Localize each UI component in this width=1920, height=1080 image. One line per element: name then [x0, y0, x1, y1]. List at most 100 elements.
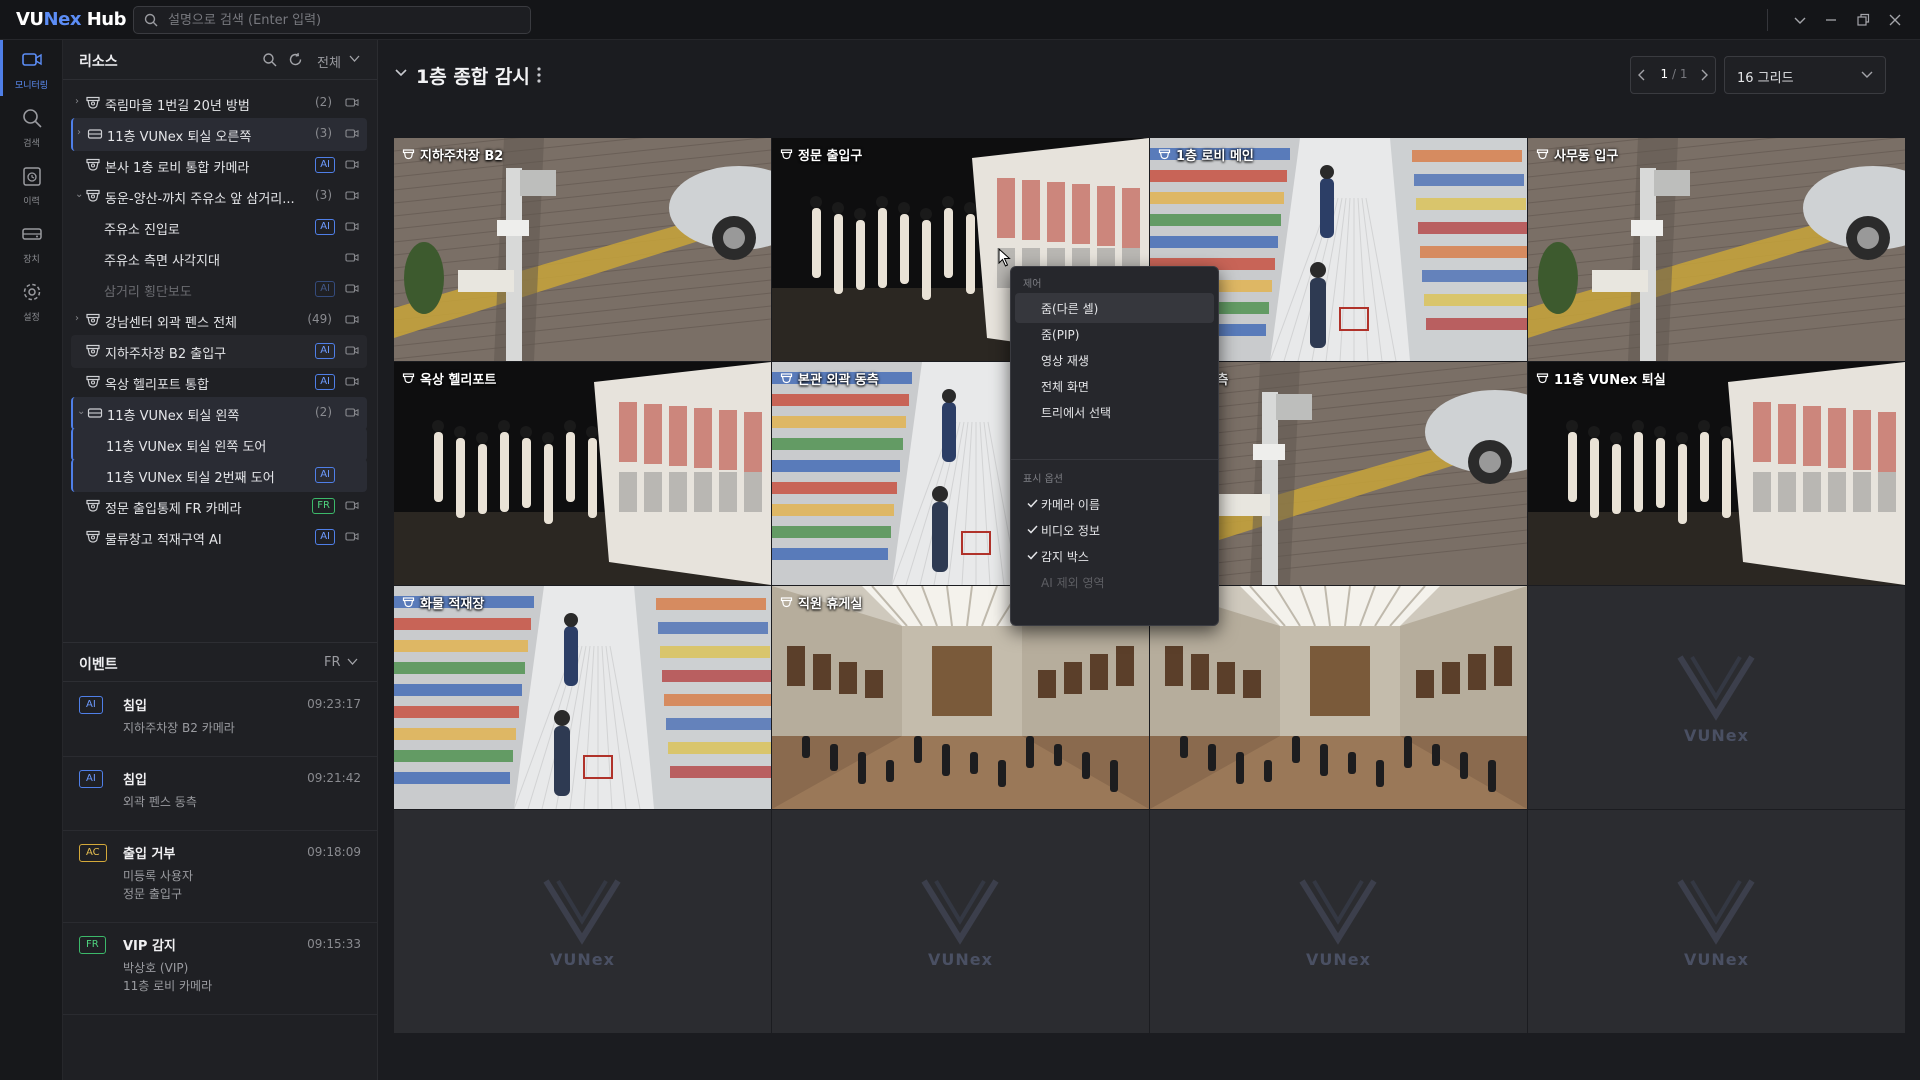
camera-icon — [402, 148, 415, 161]
menu-check-item: AI 제외 영역 — [1015, 567, 1214, 597]
chevron-down-icon[interactable] — [347, 658, 358, 666]
menu-item-label: 트리에서 선택 — [1041, 406, 1112, 420]
video-camera-icon[interactable] — [345, 531, 359, 542]
refresh-icon[interactable] — [288, 52, 303, 67]
video-camera-icon[interactable] — [345, 221, 359, 232]
global-search[interactable] — [133, 6, 531, 34]
tree-node[interactable]: 11층 VUNex 퇴실 왼쪽 도어 — [71, 428, 367, 461]
camera-name: 1층 로비 메인 — [1176, 149, 1254, 164]
search-icon[interactable] — [262, 52, 277, 67]
chevron-left-icon[interactable] — [1637, 69, 1647, 81]
event-source: 박상호 (VIP) — [123, 961, 189, 975]
video-cell[interactable]: 지하주차장 B2 — [394, 138, 771, 361]
camera-icon — [402, 372, 415, 385]
dropdown-window-icon[interactable] — [1790, 10, 1810, 30]
video-camera-icon[interactable] — [345, 159, 359, 170]
minimize-icon[interactable] — [1821, 10, 1841, 30]
chevron-down-icon[interactable] — [394, 68, 408, 78]
tree-node-label: 정문 출입통제 FR 카메라 — [105, 502, 242, 517]
tree-node-count: (3) — [315, 188, 332, 202]
video-camera-icon[interactable] — [345, 376, 359, 387]
chevron-down-icon — [1861, 71, 1873, 79]
tree-node[interactable]: 옥상 헬리포트 통합 AI — [71, 366, 367, 399]
event-item[interactable]: AI 침입 09:23:17 지하주차장 B2 카메라 — [63, 683, 377, 757]
search-input[interactable] — [168, 7, 518, 33]
camera-name: 지하주차장 B2 — [420, 149, 504, 164]
event-badge: AC — [79, 844, 107, 862]
event-badge: AI — [79, 770, 103, 788]
menu-item-label: 감지 박스 — [1041, 550, 1089, 564]
empty-video-cell[interactable]: VUNex — [772, 810, 1149, 1033]
tree-node[interactable]: 주유소 진입로 AI — [71, 211, 367, 244]
rail-item-monitoring[interactable]: 모니터링 — [0, 40, 63, 96]
camera-group-icon — [85, 189, 101, 203]
video-camera-icon[interactable] — [345, 345, 359, 356]
event-item[interactable]: AI 침입 09:21:42 외곽 펜스 동측 — [63, 757, 377, 831]
tree-node[interactable]: 삼거리 횡단보도 AI — [71, 273, 367, 306]
video-camera-icon[interactable] — [345, 190, 359, 201]
empty-video-cell[interactable]: VUNex — [1528, 586, 1905, 809]
video-camera-icon[interactable] — [345, 97, 359, 108]
chevron-right-icon[interactable] — [1699, 69, 1709, 81]
event-title: 침입 — [123, 773, 147, 788]
watermark-text: VUNex — [928, 950, 993, 969]
tree-node-label: 주유소 측면 사각지대 — [104, 254, 220, 269]
video-cell[interactable]: 사무동 입구 — [1528, 138, 1905, 361]
event-item[interactable]: AC 출입 거부 09:18:09 미등록 사용자 정문 출입구 — [63, 831, 377, 923]
tree-node[interactable]: 지하주차장 B2 출입구 AI — [71, 335, 367, 368]
video-camera-icon[interactable] — [345, 407, 359, 418]
event-time: 09:23:17 — [307, 697, 361, 711]
video-cell[interactable]: 옥상 헬리포트 — [394, 362, 771, 585]
vunex-logo-icon — [1676, 651, 1756, 721]
camera-name: 본관 외곽 동측 — [798, 373, 879, 388]
event-time: 09:18:09 — [307, 845, 361, 859]
menu-item[interactable]: 트리에서 선택 — [1015, 397, 1214, 427]
tree-node[interactable]: 11층 VUNex 퇴실 2번째 도어 AI — [71, 459, 367, 492]
empty-video-cell[interactable]: VUNex — [394, 810, 771, 1033]
tree-node[interactable]: › 11층 VUNex 퇴실 오른쪽 (3) — [71, 118, 367, 151]
grid-layout-select[interactable]: 16 그리드 — [1724, 56, 1886, 94]
restore-icon[interactable] — [1853, 10, 1873, 30]
empty-video-cell[interactable]: VUNex — [1150, 810, 1527, 1033]
tree-node[interactable]: ⌄ 동운-양산-까치 주유소 앞 삼거리... (3) — [71, 180, 367, 213]
camera-icon — [402, 596, 415, 609]
tree-node[interactable]: › 강남센터 외곽 펜스 전체 (49) — [71, 304, 367, 337]
video-camera-icon[interactable] — [345, 314, 359, 325]
tree-node[interactable]: › 죽림마을 1번길 20년 방범 (2) — [71, 87, 367, 120]
video-cell[interactable]: 화물 적재장 — [394, 586, 771, 809]
menu-item-label: 줌(PIP) — [1041, 328, 1080, 342]
tree-node[interactable]: 주유소 측면 사각지대 — [71, 242, 367, 275]
video-camera-icon[interactable] — [345, 128, 359, 139]
event-filter[interactable]: FR — [324, 655, 341, 670]
tree-node-label: 11층 VUNex 퇴실 왼쪽 — [107, 409, 240, 424]
tree-node-count: (2) — [315, 405, 332, 419]
camera-group-icon — [85, 375, 101, 389]
search-icon — [21, 107, 43, 129]
tree-node[interactable]: 본사 1층 로비 통합 카메라 AI — [71, 149, 367, 182]
tree-node[interactable]: 정문 출입통제 FR 카메라 FR — [71, 490, 367, 523]
tree-node[interactable]: ⌄ 11층 VUNex 퇴실 왼쪽 (2) — [71, 397, 367, 430]
tree-node[interactable]: 물류창고 적재구역 AI AI — [71, 521, 367, 554]
check-icon — [1027, 551, 1038, 560]
resource-filter[interactable]: 전체 — [317, 52, 341, 71]
rail-item-history[interactable]: 이력 — [0, 156, 63, 212]
watermark-text: VUNex — [1684, 726, 1749, 745]
tree-node-count: (49) — [307, 312, 332, 326]
tree-node-label: 본사 1층 로비 통합 카메라 — [105, 161, 250, 176]
menu-section-display: 표시 옵션 — [1023, 474, 1063, 485]
rail-item-settings[interactable]: 설정 — [0, 272, 63, 328]
chevron-down-icon[interactable] — [349, 55, 360, 63]
event-item[interactable]: FR VIP 감지 09:15:33 박상호 (VIP) 11층 로비 카메라 — [63, 923, 377, 1015]
close-icon[interactable] — [1885, 10, 1905, 30]
empty-video-cell[interactable]: VUNex — [1528, 810, 1905, 1033]
video-camera-icon[interactable] — [345, 500, 359, 511]
event-time: 09:15:33 — [307, 937, 361, 951]
rail-item-search[interactable]: 검색 — [0, 98, 63, 154]
menu-section-control: 제어 — [1023, 279, 1042, 290]
video-camera-icon[interactable] — [345, 252, 359, 263]
video-camera-icon[interactable] — [345, 283, 359, 294]
more-vertical-icon[interactable] — [536, 66, 542, 84]
page-navigator: 1 / 1 — [1630, 56, 1716, 94]
video-cell[interactable]: 11층 VUNex 퇴실 — [1528, 362, 1905, 585]
rail-item-device[interactable]: 장치 — [0, 214, 63, 270]
